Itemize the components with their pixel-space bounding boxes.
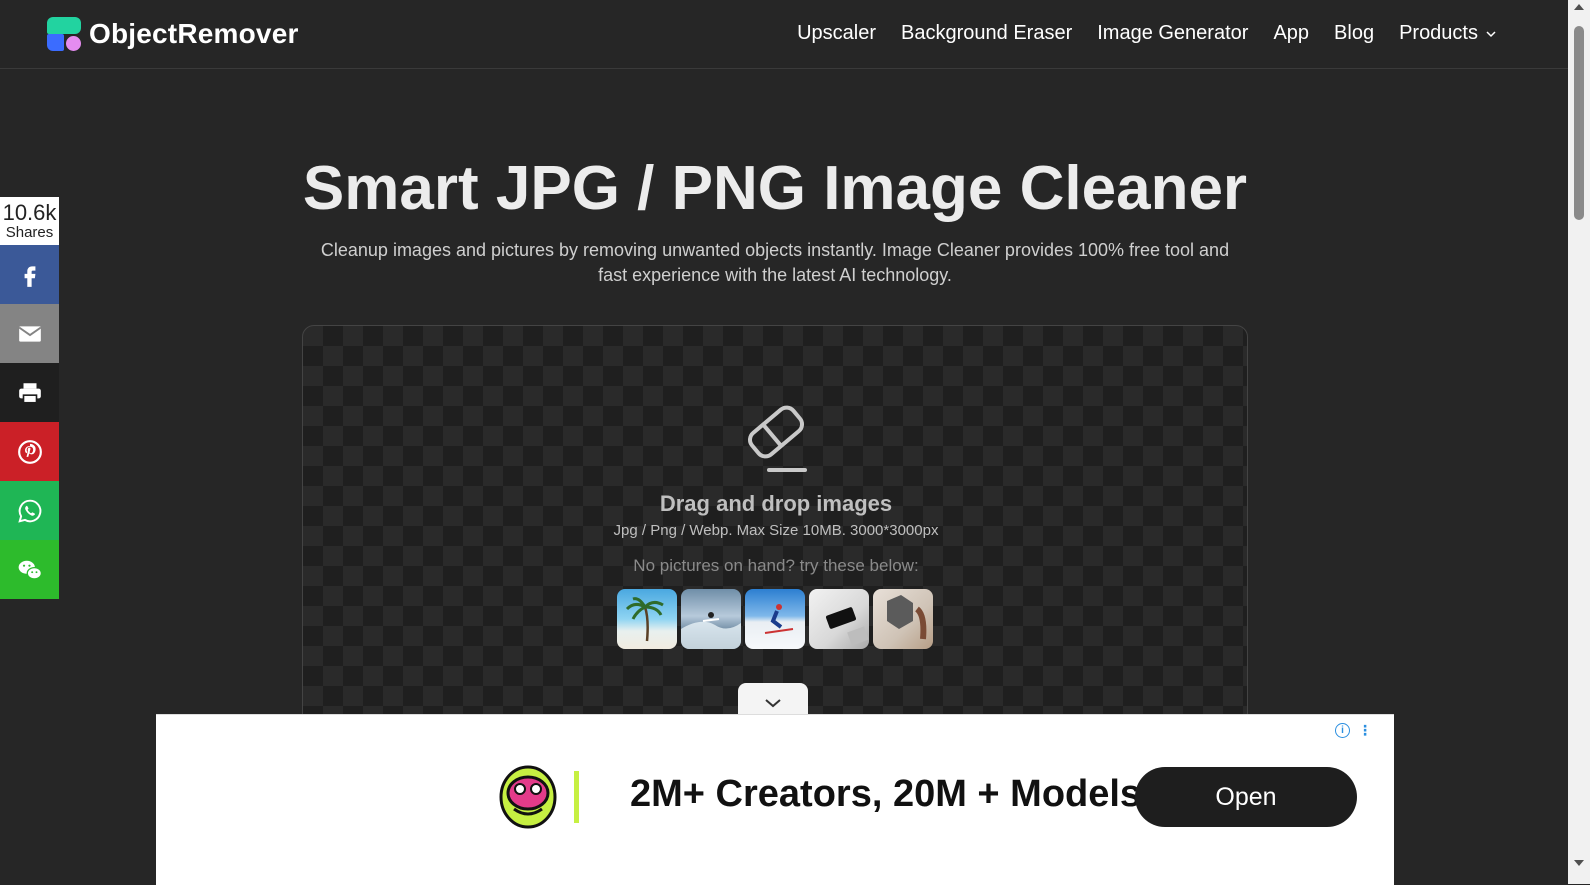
sample-images bbox=[617, 589, 937, 649]
share-facebook-button[interactable] bbox=[0, 245, 59, 304]
share-wechat-button[interactable] bbox=[0, 540, 59, 599]
ad-banner[interactable]: i ⋮ 2M+ Creators, 20M + Models Open bbox=[156, 714, 1394, 885]
scroll-thumb[interactable] bbox=[1574, 26, 1584, 220]
chevron-down-icon bbox=[1486, 30, 1496, 37]
image-dropzone[interactable]: Drag and drop images Jpg / Png / Webp. M… bbox=[302, 325, 1248, 745]
scroll-down-arrow-icon[interactable] bbox=[1574, 860, 1584, 866]
sample-image-desk[interactable] bbox=[809, 589, 869, 649]
sample-image-skier[interactable] bbox=[745, 589, 805, 649]
nav-image-generator[interactable]: Image Generator bbox=[1097, 22, 1248, 45]
wechat-icon bbox=[18, 560, 42, 580]
more-options-icon[interactable]: ⋮ bbox=[1358, 723, 1372, 737]
share-count-label: Shares bbox=[5, 224, 54, 241]
dropzone-formats: Jpg / Png / Webp. Max Size 10MB. 3000*30… bbox=[613, 522, 939, 539]
chevron-down-icon bbox=[765, 699, 781, 708]
site-header: ObjectRemover Upscaler Background Eraser… bbox=[0, 0, 1568, 69]
page-scrollbar[interactable] bbox=[1568, 0, 1590, 884]
ad-open-button[interactable]: Open bbox=[1135, 767, 1357, 827]
nav-background-eraser[interactable]: Background Eraser bbox=[901, 22, 1072, 45]
nav-blog[interactable]: Blog bbox=[1334, 22, 1374, 45]
scroll-up-arrow-icon[interactable] bbox=[1574, 4, 1584, 10]
page-title: Smart JPG / PNG Image Cleaner bbox=[302, 154, 1248, 223]
sample-image-product[interactable] bbox=[873, 589, 933, 649]
logo-text: ObjectRemover bbox=[89, 18, 299, 49]
share-whatsapp-button[interactable] bbox=[0, 481, 59, 540]
sample-image-surfer[interactable] bbox=[681, 589, 741, 649]
ad-info[interactable]: i ⋮ bbox=[1335, 723, 1372, 738]
dropzone-title: Drag and drop images bbox=[659, 491, 893, 516]
email-icon bbox=[18, 325, 41, 342]
sample-prompt: No pictures on hand? try these below: bbox=[633, 556, 919, 575]
share-pinterest-button[interactable] bbox=[0, 422, 59, 481]
facebook-icon bbox=[24, 265, 35, 287]
nav-products[interactable]: Products bbox=[1399, 22, 1496, 45]
logo-icon bbox=[47, 17, 81, 51]
share-print-button[interactable] bbox=[0, 363, 59, 422]
page-subtitle: Cleanup images and pictures by removing … bbox=[320, 240, 1230, 285]
ad-headline: 2M+ Creators, 20M + Models bbox=[630, 773, 1142, 815]
info-icon[interactable]: i bbox=[1335, 723, 1350, 738]
nav-app[interactable]: App bbox=[1273, 22, 1309, 45]
ad-brand-logo-icon bbox=[499, 765, 557, 829]
share-sidebar: 10.6k Shares bbox=[0, 197, 59, 599]
pinterest-icon bbox=[17, 439, 42, 464]
nav-products-label: Products bbox=[1399, 22, 1478, 44]
main-nav: Upscaler Background Eraser Image Generat… bbox=[772, 22, 1496, 45]
site-logo[interactable]: ObjectRemover bbox=[47, 17, 299, 51]
nav-upscaler[interactable]: Upscaler bbox=[797, 22, 876, 45]
sample-image-beach[interactable] bbox=[617, 589, 677, 649]
print-icon bbox=[18, 382, 41, 404]
whatsapp-icon bbox=[17, 499, 41, 523]
share-email-button[interactable] bbox=[0, 304, 59, 363]
eraser-icon bbox=[747, 405, 807, 472]
ad-divider bbox=[574, 771, 579, 823]
